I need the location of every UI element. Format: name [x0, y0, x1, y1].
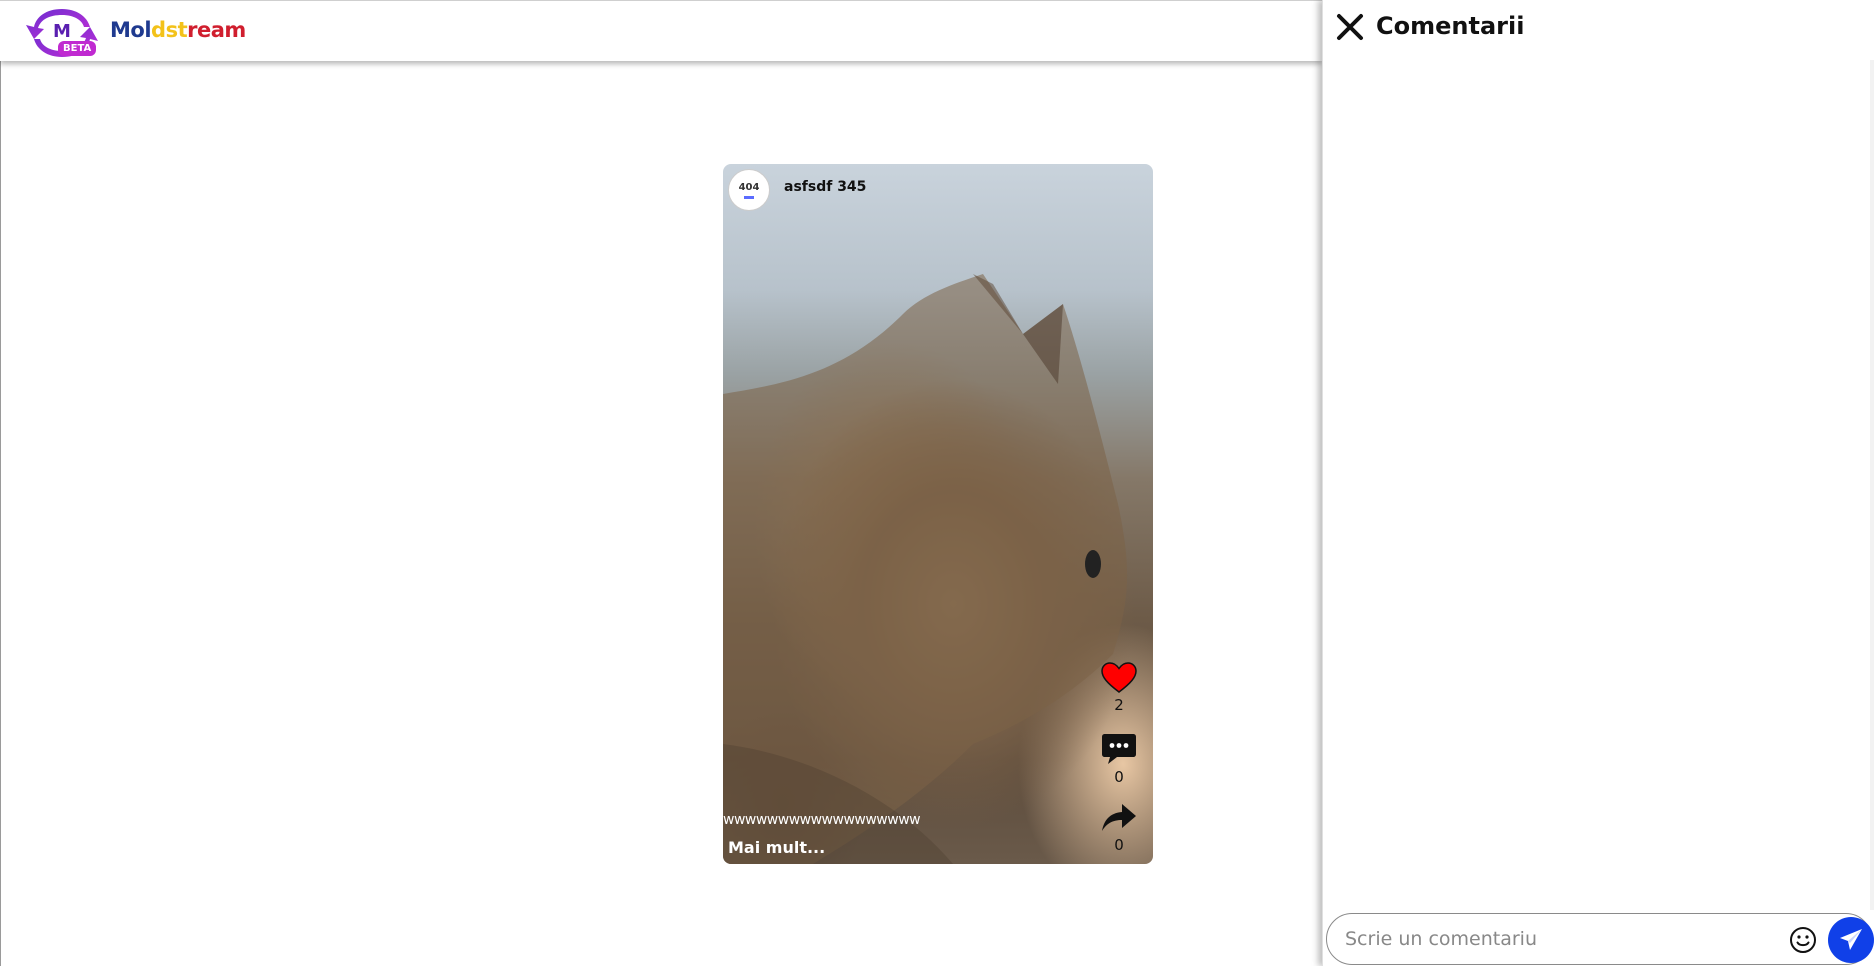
avatar-bar	[744, 195, 754, 199]
emoji-button[interactable]	[1789, 926, 1817, 954]
author-name[interactable]: asfsdf 345	[784, 179, 866, 195]
comment-button[interactable]: 0	[1098, 732, 1140, 786]
author-avatar[interactable]: 404	[728, 169, 770, 211]
comment-bubble-icon	[1102, 734, 1136, 764]
video-player[interactable]: 404 asfsdf 345 2 0 0 wwwwwwwwwwwwwwwwww …	[723, 164, 1153, 864]
logo[interactable]: M BETA	[24, 5, 100, 61]
comments-scrollbar[interactable]	[1870, 60, 1874, 910]
video-frame-cat	[723, 274, 1128, 864]
more-link[interactable]: Mai mult...	[728, 838, 825, 857]
comment-count: 0	[1114, 768, 1124, 786]
send-comment-button[interactable]	[1828, 917, 1874, 963]
like-count: 2	[1114, 696, 1124, 714]
share-count: 0	[1114, 836, 1124, 854]
paper-plane-icon	[1840, 929, 1862, 950]
top-header: M BETA Moldstream	[0, 0, 1322, 61]
smiley-icon	[1790, 927, 1816, 953]
close-comments-button[interactable]	[1335, 12, 1365, 42]
brand-part-1: Mol	[110, 18, 152, 42]
share-button[interactable]: 0	[1098, 802, 1140, 854]
comments-panel: Comentarii	[1322, 0, 1874, 966]
heart-icon	[1101, 662, 1137, 693]
like-button[interactable]: 2	[1098, 662, 1140, 714]
comments-title: Comentarii	[1376, 12, 1525, 40]
close-icon	[1337, 14, 1363, 40]
brand-name[interactable]: Moldstream	[110, 18, 246, 42]
avatar-text: 404	[738, 181, 760, 193]
share-arrow-icon	[1102, 804, 1136, 831]
comment-form	[1326, 913, 1874, 965]
video-caption: wwwwwwwwwwwwwwwwww	[723, 812, 921, 828]
svg-text:M: M	[53, 21, 71, 42]
comment-input[interactable]	[1345, 924, 1775, 954]
window-left-border	[0, 0, 1, 966]
beta-badge: BETA	[58, 41, 97, 56]
brand-part-2: dst	[151, 18, 188, 42]
brand-part-3: ream	[187, 18, 246, 42]
